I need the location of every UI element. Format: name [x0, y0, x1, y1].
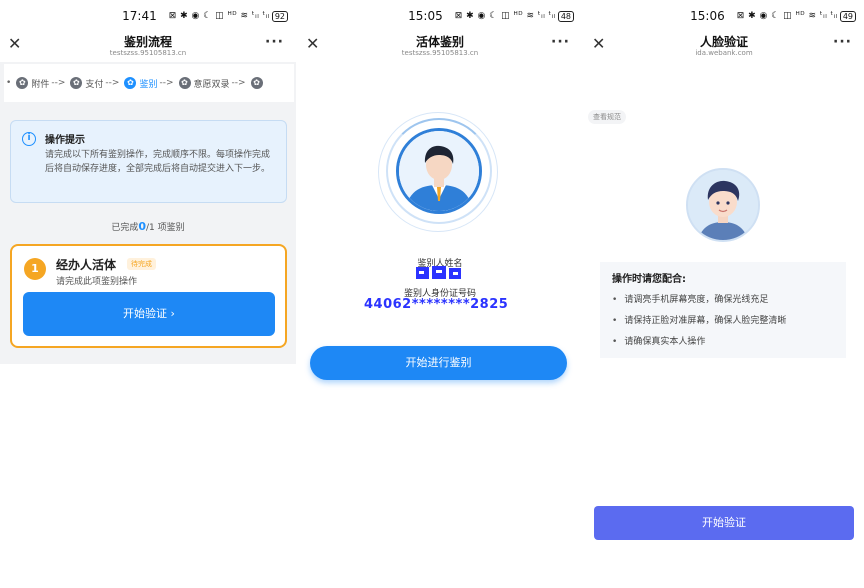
page-url: testszss.95105813.cn — [401, 49, 479, 57]
panel-liveness-check: 15:05 ⊠ ✱ ◉ ☾ ◫ ᴴᴰ ≋ ᵗᵢₗ ᵗᵢₗ 48 ✕ 活体鉴别 t… — [298, 0, 582, 588]
step-icon: ✿ — [16, 77, 29, 89]
page-title: 人脸验证 — [699, 35, 748, 49]
title-bar: ✕ 鉴别流程 testszss.95105813.cn ··· — [0, 32, 296, 62]
step-arrow: --> — [51, 78, 66, 88]
page-title: 活体鉴别 — [415, 35, 464, 49]
completion-done: 0 — [138, 220, 147, 233]
step-label: 附件 — [31, 79, 50, 90]
face-icon — [688, 170, 758, 240]
step-icon: ✿ — [178, 77, 191, 89]
step-icon: ✿ — [124, 77, 137, 89]
battery-icon: 92 — [271, 10, 288, 22]
status-bar: 15:06 ⊠ ✱ ◉ ☾ ◫ ᴴᴰ ≋ ᵗᵢₗ ᵗᵢₗ 49 — [584, 0, 864, 32]
completion-suffix: 项鉴别 — [154, 223, 185, 233]
title-bar: ✕ 人脸验证 ida.webank.com ··· — [584, 32, 864, 62]
avatar — [686, 168, 760, 242]
step-arrow: --> — [231, 78, 246, 88]
step-dual-recording: ✿ 意愿双录 — [176, 77, 230, 90]
status-badge: 待完成 — [127, 258, 156, 270]
more-icon[interactable]: ··· — [833, 34, 852, 50]
start-verify-button[interactable]: 开始验证 › — [23, 292, 275, 336]
panel-face-verification: 15:06 ⊠ ✱ ◉ ☾ ◫ ᴴᴰ ≋ ᵗᵢₗ ᵗᵢₗ 49 ✕ 人脸验证 i… — [584, 0, 864, 588]
status-time: 17:41 — [122, 9, 157, 23]
status-bar: 15:05 ⊠ ✱ ◉ ☾ ◫ ᴴᴰ ≋ ᵗᵢₗ ᵗᵢₗ 48 — [298, 0, 582, 32]
completion-prefix: 已完成 — [111, 223, 139, 233]
notice-title: 操作时请您配合: — [612, 274, 686, 285]
info-icon: i — [22, 132, 36, 146]
list-item: 请保持正脸对准屏幕，确保人脸完整清晰 — [612, 313, 840, 334]
step-arrow: --> — [159, 78, 174, 88]
step-icon: ✿ — [70, 77, 83, 89]
notice-list: 请调亮手机屏幕亮度，确保光线充足 请保持正脸对准屏幕，确保人脸完整清晰 请确保真… — [612, 292, 840, 355]
step-label: 鉴别 — [139, 79, 158, 90]
step-progress: • ✿ 附件 --> ✿ 支付 --> ✿ 鉴别 --> ✿ 意愿双录 --> … — [4, 64, 294, 102]
panel-verification-flow: 17:41 ⊠ ✱ ◉ ☾ ◫ ᴴᴰ ≋ ᵗᵢₗ ᵗᵢₗ 92 ✕ 鉴别流程 t… — [0, 0, 296, 588]
step-arrow: • — [6, 78, 12, 88]
avatar — [396, 128, 482, 214]
task-number: 1 — [24, 258, 46, 280]
step-identification: ✿ 鉴别 — [121, 77, 157, 90]
step-arrow: --> — [105, 78, 120, 88]
tip-body: 请完成以下所有鉴别操作，完成顺序不限。每项操作完成后将自动保存进度，全部完成后将… — [45, 150, 271, 174]
start-identification-button[interactable]: 开始进行鉴别 — [310, 346, 567, 380]
step-attachment: ✿ 附件 — [13, 77, 49, 90]
view-spec-button[interactable]: 查看规范 — [588, 110, 626, 124]
page-url: ida.webank.com — [695, 49, 753, 57]
status-time: 15:05 — [408, 9, 443, 23]
operation-tip: i 操作提示 请完成以下所有鉴别操作，完成顺序不限。每项操作完成后将自动保存进度… — [10, 120, 287, 203]
task-card-liveness: 1 经办人活体 待完成 请完成此项鉴别操作 开始验证 › — [10, 244, 287, 348]
page-title: 鉴别流程 — [123, 35, 172, 49]
status-bar: 17:41 ⊠ ✱ ◉ ☾ ◫ ᴴᴰ ≋ ᵗᵢₗ ᵗᵢₗ 92 — [0, 0, 296, 32]
task-subtitle: 请完成此项鉴别操作 — [56, 277, 138, 287]
more-icon[interactable]: ··· — [265, 34, 284, 50]
title-bar: ✕ 活体鉴别 testszss.95105813.cn ··· — [298, 32, 582, 62]
status-icons: ⊠ ✱ ◉ ☾ ◫ ᴴᴰ ≋ ᵗᵢₗ ᵗᵢₗ — [454, 11, 556, 21]
status-icons: ⊠ ✱ ◉ ☾ ◫ ᴴᴰ ≋ ᵗᵢₗ ᵗᵢₗ — [736, 11, 838, 21]
start-verify-button[interactable]: 开始验证 — [594, 506, 854, 540]
operation-notice: 操作时请您配合: 请调亮手机屏幕亮度，确保光线充足 请保持正脸对准屏幕，确保人脸… — [600, 262, 846, 358]
more-icon[interactable]: ··· — [551, 34, 570, 50]
step-label: 支付 — [85, 79, 104, 90]
task-title: 经办人活体 — [56, 258, 117, 272]
step-label: 意愿双录 — [193, 79, 230, 90]
person-icon — [399, 131, 479, 211]
completion-total: /1 — [146, 223, 155, 233]
completion-count: 已完成0/1 项鉴别 — [0, 220, 296, 233]
status-icons: ⊠ ✱ ◉ ☾ ◫ ᴴᴰ ≋ ᵗᵢₗ ᵗᵢₗ — [168, 11, 270, 21]
battery-icon: 48 — [557, 10, 574, 22]
page-url: testszss.95105813.cn — [109, 49, 187, 57]
step-payment: ✿ 支付 — [67, 77, 103, 90]
list-item: 请确保真实本人操作 — [612, 334, 840, 355]
status-time: 15:06 — [690, 9, 725, 23]
battery-icon: 49 — [839, 10, 856, 22]
step-next: ✿ — [248, 77, 266, 89]
masked-name — [416, 266, 461, 279]
step-icon: ✿ — [250, 77, 263, 89]
masked-id-number: 44062********2825 — [364, 297, 509, 312]
list-item: 请调亮手机屏幕亮度，确保光线充足 — [612, 292, 840, 313]
tip-title: 操作提示 — [45, 135, 85, 146]
